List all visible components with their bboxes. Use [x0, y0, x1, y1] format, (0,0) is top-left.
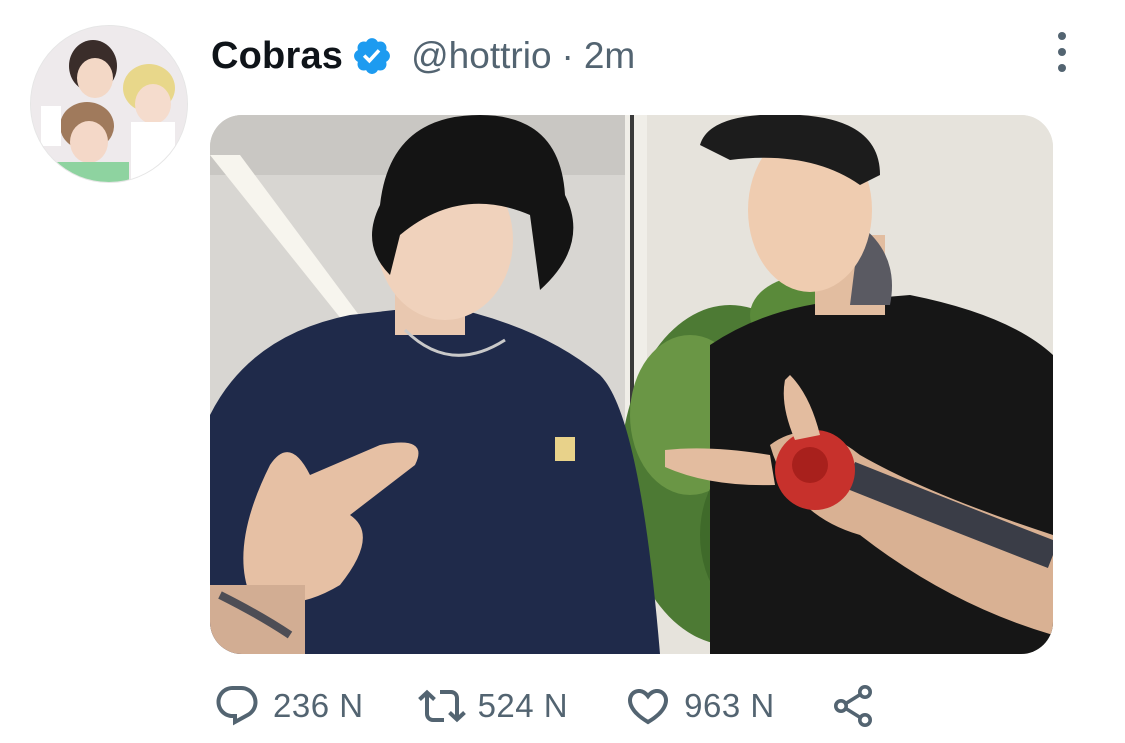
avatar[interactable]: [30, 25, 188, 183]
verified-badge-icon: [351, 35, 393, 77]
handle[interactable]: @hottrio: [411, 35, 551, 77]
tweet-header: Cobras @hottrio · 2m: [211, 30, 635, 82]
avatar-image: [31, 26, 187, 182]
display-name[interactable]: Cobras: [211, 35, 343, 78]
heart-icon: [628, 689, 669, 725]
share-icon: [833, 685, 872, 727]
like-count: 963 N: [684, 687, 775, 724]
more-dot: [1058, 64, 1066, 72]
timestamp[interactable]: 2m: [584, 35, 635, 77]
tweet-photo[interactable]: [210, 115, 1053, 654]
more-vertical-icon[interactable]: [1048, 30, 1076, 74]
tweet: Cobras @hottrio · 2m 236 N 524 N 963 N: [0, 0, 1125, 743]
photo-image: [210, 115, 1053, 654]
reply-icon: [216, 686, 258, 726]
more-dot: [1058, 48, 1066, 56]
share-button[interactable]: [829, 682, 877, 730]
separator-dot: ·: [561, 35, 574, 76]
retweet-button[interactable]: 524 N: [417, 682, 569, 730]
tweet-actions: 236 N 524 N 963 N: [213, 681, 877, 731]
more-dot: [1058, 32, 1066, 40]
like-button[interactable]: 963 N: [624, 682, 775, 730]
retweet-icon: [417, 689, 466, 723]
reply-button[interactable]: 236 N: [213, 682, 364, 730]
reply-count: 236 N: [273, 687, 364, 724]
retweet-count: 524 N: [477, 687, 569, 724]
